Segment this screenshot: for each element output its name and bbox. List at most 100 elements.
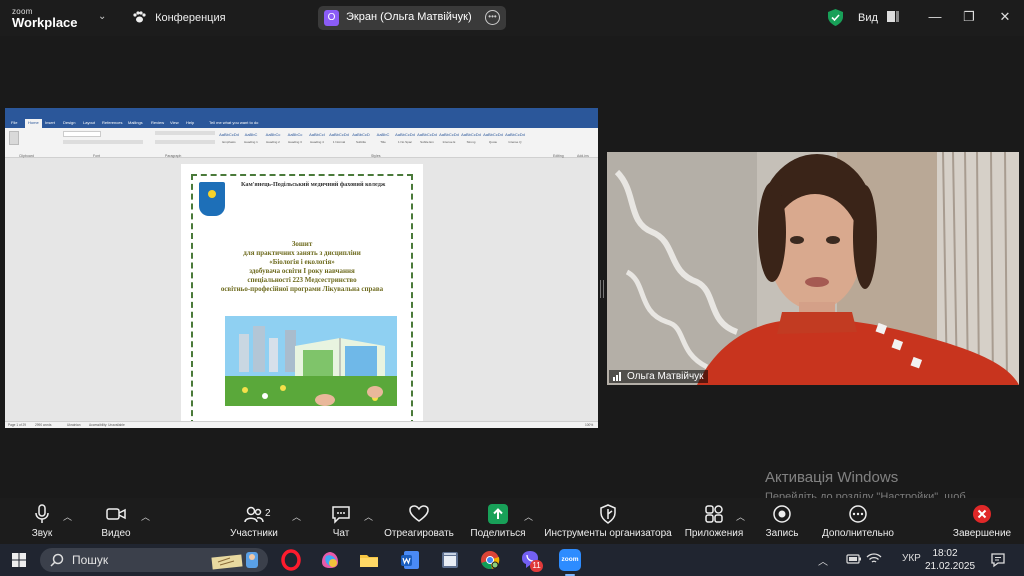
copilot-app[interactable] bbox=[318, 548, 342, 572]
more-icon bbox=[849, 505, 867, 523]
participant-video-feed bbox=[607, 152, 1019, 385]
viber-app[interactable]: 11 bbox=[518, 548, 543, 572]
word-status-bar: Page 1 of 29 2990 words Ukrainian Access… bbox=[5, 421, 598, 428]
share-arrow-icon bbox=[488, 504, 508, 524]
host-tools-button[interactable]: Инструменты организатора bbox=[544, 498, 672, 544]
end-meeting-button[interactable]: Завершение bbox=[950, 498, 1014, 544]
view-button[interactable]: Вид bbox=[858, 11, 899, 24]
title-line: спеціальності 223 Медсестринство bbox=[247, 276, 357, 284]
ribbon-group-label: Paragraph bbox=[165, 154, 182, 158]
tray-overflow-icon[interactable]: ︿ bbox=[818, 553, 828, 568]
folder-icon bbox=[360, 555, 378, 567]
more-button[interactable]: Дополнительно bbox=[816, 498, 900, 544]
shield-check-icon[interactable] bbox=[828, 9, 843, 26]
word-app[interactable] bbox=[398, 548, 422, 572]
opera-icon bbox=[281, 549, 301, 571]
word-tab: Design bbox=[63, 120, 76, 125]
search-highlight-icon bbox=[211, 552, 258, 570]
taskbar-clock[interactable]: 18:02 21.02.2025 bbox=[925, 547, 975, 573]
participant-name: Ольга Матвійчук bbox=[627, 371, 704, 382]
audio-button[interactable]: Звук bbox=[22, 498, 62, 544]
more-options-icon[interactable]: ••• bbox=[485, 10, 500, 25]
video-button[interactable]: Видео bbox=[96, 498, 136, 544]
chevron-up-icon[interactable]: ︿ bbox=[141, 510, 150, 523]
chrome-app[interactable] bbox=[478, 548, 502, 572]
participants-button[interactable]: Участники bbox=[226, 498, 282, 544]
heart-icon bbox=[409, 505, 429, 522]
file-explorer-app[interactable] bbox=[357, 548, 381, 572]
clock-time: 18:02 bbox=[932, 548, 958, 559]
style-gallery-item: AaBbCc Heading 2 bbox=[265, 132, 281, 144]
screen-share-label: Экран (Ольга Матвійчук) bbox=[346, 11, 472, 23]
resize-handle[interactable] bbox=[600, 280, 604, 298]
zoom-app[interactable]: zoom bbox=[558, 548, 582, 576]
minimize-button[interactable]: — bbox=[928, 10, 942, 24]
style-gallery-item: AaBbCcD Subtitle bbox=[352, 132, 370, 144]
restore-button[interactable]: ❐ bbox=[962, 10, 976, 24]
chevron-up-icon[interactable]: ︿ bbox=[524, 510, 533, 523]
calendar-icon bbox=[442, 552, 458, 568]
apps-label: Приложения bbox=[684, 528, 744, 539]
chevron-up-icon[interactable]: ︿ bbox=[364, 510, 373, 523]
word-tab: Insert bbox=[45, 120, 56, 125]
word-tab: References bbox=[102, 120, 123, 125]
notifications-icon[interactable] bbox=[990, 552, 1006, 568]
chat-button[interactable]: Чат bbox=[326, 498, 356, 544]
style-gallery-item: AaBbCcDd Subtle Em bbox=[417, 132, 437, 144]
word-icon bbox=[401, 551, 419, 569]
more-label: Дополнительно bbox=[822, 528, 894, 539]
chevron-up-icon[interactable]: ︿ bbox=[63, 510, 72, 523]
apps-icon bbox=[705, 505, 723, 523]
participant-video-tile[interactable]: Ольга Матвійчук bbox=[607, 152, 1019, 385]
share-screen-button[interactable]: Поделиться bbox=[470, 498, 526, 544]
word-tab: File bbox=[11, 120, 18, 125]
search-placeholder: Пошук bbox=[72, 553, 109, 567]
apps-button[interactable]: Приложения bbox=[684, 498, 744, 544]
page-count: Page 1 of 29 bbox=[8, 423, 27, 427]
word-ribbon: AaBbCcDd Emphasis AaBbC Heading 1 AaBbCc He… bbox=[5, 128, 598, 158]
language-indicator[interactable]: УКР bbox=[902, 553, 921, 564]
zoom-top-bar: zoom Workplace ⌄ Конференция О Экран (Ол… bbox=[0, 0, 1024, 36]
wifi-icon[interactable] bbox=[866, 553, 882, 565]
word-document-area: Кам'янець-Подільський медичний фаховий к… bbox=[5, 159, 598, 426]
college-name: Кам'янець-Подільський медичний фаховий к… bbox=[241, 181, 386, 188]
chrome-icon bbox=[481, 551, 500, 570]
word-tab: Layout bbox=[83, 120, 96, 125]
zoom-logo-workplace: Workplace bbox=[12, 15, 78, 30]
title-line: здобувача освіти І року навчання bbox=[249, 267, 355, 275]
chevron-up-icon[interactable]: ︿ bbox=[292, 510, 301, 523]
participants-icon bbox=[244, 506, 264, 523]
windows-start-icon[interactable] bbox=[12, 553, 26, 567]
ribbon-group-label: Styles bbox=[371, 154, 381, 158]
chevron-up-icon[interactable]: ︿ bbox=[736, 510, 745, 523]
font-name-box bbox=[63, 131, 101, 137]
title-line: для практичних занять з дисципліни bbox=[243, 249, 361, 257]
copilot-icon bbox=[322, 552, 338, 568]
screen-share-indicator[interactable]: О Экран (Ольга Матвійчук) ••• bbox=[318, 6, 506, 30]
shield-icon bbox=[600, 504, 616, 524]
cover-illustration bbox=[225, 316, 397, 406]
calculator-app[interactable] bbox=[438, 548, 462, 572]
style-gallery-item: AaBbCcDd Intense E bbox=[439, 132, 459, 144]
participant-name-tag: Ольга Матвійчук bbox=[609, 370, 708, 383]
word-title-bar bbox=[5, 108, 598, 118]
microphone-icon bbox=[35, 504, 49, 523]
conference-info-button[interactable]: Конференция bbox=[132, 11, 226, 24]
ribbon-group-label: Editing bbox=[553, 154, 564, 158]
zoom-level: 100% bbox=[585, 423, 594, 427]
chevron-down-icon[interactable]: ⌄ bbox=[98, 11, 106, 22]
word-tell-me: Tell me what you want to do bbox=[209, 120, 259, 125]
battery-icon[interactable] bbox=[846, 553, 862, 565]
opera-app[interactable] bbox=[279, 548, 303, 572]
record-button[interactable]: Запись bbox=[762, 498, 802, 544]
sharer-avatar: О bbox=[324, 10, 339, 26]
close-button[interactable]: ✕ bbox=[998, 10, 1012, 24]
reactions-button[interactable]: Отреагировать bbox=[384, 498, 454, 544]
college-crest-logo bbox=[199, 182, 225, 216]
taskbar-search[interactable]: Пошук bbox=[40, 548, 268, 572]
close-icon bbox=[973, 505, 991, 523]
view-label: Вид bbox=[858, 12, 878, 24]
paste-icon bbox=[9, 131, 19, 145]
shared-screen[interactable]: File Home Insert Design Layout Reference… bbox=[5, 108, 598, 428]
ribbon-group-label: Clipboard bbox=[19, 154, 34, 158]
